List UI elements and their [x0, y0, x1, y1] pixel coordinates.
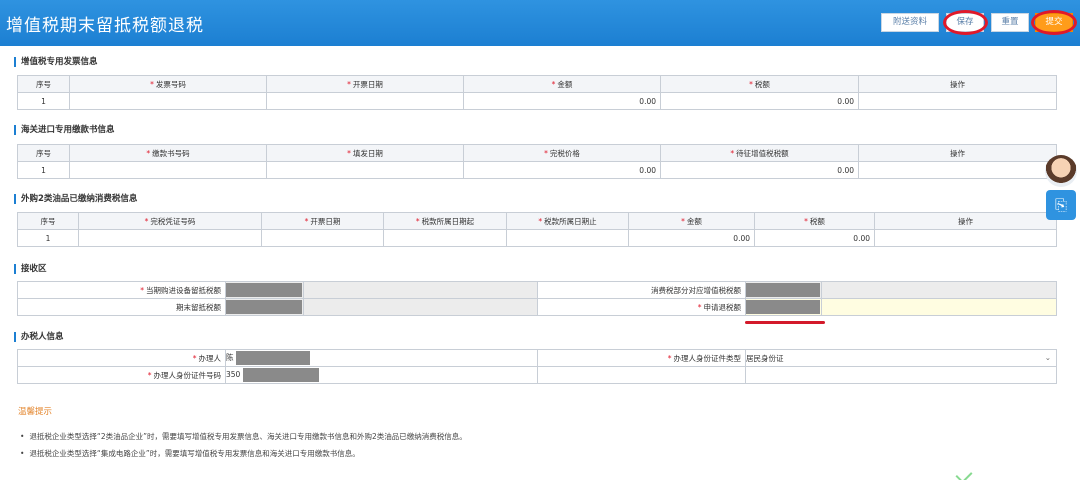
col-header: 操作: [858, 75, 1057, 93]
col-header: * 税额: [660, 75, 859, 93]
col-header: * 完税价格: [463, 144, 661, 162]
receipt-filler: [821, 281, 1057, 299]
tips-title: 温馨提示: [18, 407, 53, 417]
page-title: 增值税期末留抵税额退税: [6, 16, 204, 36]
row-index: 1: [17, 229, 79, 247]
receipt-title: 接收区: [14, 264, 47, 274]
col-header: * 税款所属日期起: [383, 212, 507, 230]
table-row: 1 0.00 0.00: [17, 92, 1057, 110]
col-header: * 待征增值税税额: [660, 144, 859, 162]
id-type-select[interactable]: 居民身份证 ⌄: [745, 349, 1057, 367]
save-button[interactable]: 保存: [946, 13, 984, 32]
customs-title: 海关进口专用缴款书信息: [14, 125, 115, 135]
invoice-date-cell[interactable]: [266, 92, 464, 110]
agent-name-input[interactable]: 陈: [225, 349, 538, 367]
apply-refund-input-area[interactable]: [821, 298, 1057, 316]
apply-refund-underline: [745, 321, 825, 324]
col-header: 序号: [17, 144, 70, 162]
apply-refund-label: * 申请退税额: [537, 298, 746, 316]
receipt-filler: [303, 281, 538, 299]
col-header: * 税额: [754, 212, 875, 230]
pending-vat-cell[interactable]: 0.00: [660, 161, 859, 179]
col-header: 序号: [17, 75, 70, 93]
document-search-icon[interactable]: ⎘: [1046, 190, 1076, 220]
submit-button[interactable]: 提交: [1035, 13, 1073, 32]
agent-name-label: * 办理人: [17, 349, 226, 367]
issue-date-cell[interactable]: [266, 161, 464, 179]
col-header: * 开票日期: [261, 212, 384, 230]
payment-number-cell[interactable]: [69, 161, 267, 179]
period-end-cell[interactable]: [506, 229, 629, 247]
id-number-label: * 办理人身份证件号码: [17, 366, 226, 384]
id-type-label: * 办理人身份证件类型: [537, 349, 746, 367]
period-end-value: [225, 298, 304, 316]
apply-refund-input[interactable]: [745, 298, 822, 316]
invoice-number-cell[interactable]: [69, 92, 267, 110]
tax-cell[interactable]: 0.00: [754, 229, 875, 247]
current-equipment-label: * 当期购进设备留抵税额: [17, 281, 226, 299]
period-start-cell[interactable]: [383, 229, 507, 247]
oil-table: 序号 * 完税凭证号码 * 开票日期 * 税款所属日期起 * 税款所属日期止 * 金额 *…: [17, 212, 1057, 247]
attach-materials-button[interactable]: 附送资料: [881, 13, 939, 32]
avatar-icon[interactable]: [1045, 155, 1077, 187]
receipt-table: * 当期购进设备留抵税额 消费税部分对应增值税税额 期末留抵税额 * 申请退税额: [17, 281, 1057, 316]
certificate-number-cell[interactable]: [78, 229, 262, 247]
tip-item: 退抵税企业类型选择“集成电路企业”时，需要填写增值税专用发票信息和海关进口专用缴…: [20, 448, 359, 459]
chevron-down-icon: ⌄: [1044, 352, 1051, 362]
operation-cell[interactable]: [858, 92, 1057, 110]
consumption-tax-label: 消费税部分对应增值税税额: [537, 281, 746, 299]
duty-paid-price-cell[interactable]: 0.00: [463, 161, 661, 179]
period-end-label: 期末留抵税额: [17, 298, 226, 316]
oil-title: 外购2类油品已缴纳消费税信息: [14, 194, 137, 204]
col-header: * 税款所属日期止: [506, 212, 629, 230]
table-row: 1 0.00 0.00: [17, 161, 1057, 179]
invoice-date-cell[interactable]: [261, 229, 384, 247]
consumption-tax-value: [745, 281, 822, 299]
id-number-input[interactable]: 350: [225, 366, 538, 384]
col-header: * 发票号码: [69, 75, 267, 93]
current-equipment-value: [225, 281, 304, 299]
agent-filler: [537, 366, 746, 384]
operation-cell[interactable]: [858, 161, 1057, 179]
amount-cell[interactable]: 0.00: [463, 92, 661, 110]
amount-cell[interactable]: 0.00: [628, 229, 755, 247]
col-header: * 金额: [628, 212, 755, 230]
reset-button[interactable]: 重置: [991, 13, 1029, 32]
col-header: * 完税凭证号码: [78, 212, 262, 230]
table-row: 1 0.00 0.00: [17, 229, 1057, 247]
row-index: 1: [17, 161, 70, 179]
vat-invoice-title: 增值税专用发票信息: [14, 57, 98, 67]
col-header: * 填发日期: [266, 144, 464, 162]
tax-cell[interactable]: 0.00: [660, 92, 859, 110]
row-index: 1: [17, 92, 70, 110]
vat-invoice-table: 序号 * 发票号码 * 开票日期 * 金额 * 税额 操作 1 0.00 0.00: [17, 75, 1057, 110]
page-header: 增值税期末留抵税额退税 附送资料 保存 重置 提交: [0, 0, 1080, 46]
agent-table: * 办理人 陈 * 办理人身份证件类型 居民身份证 ⌄ * 办理人身份证件号码 350: [17, 349, 1057, 384]
col-header: * 缴款书号码: [69, 144, 267, 162]
agent-title: 办税人信息: [14, 332, 64, 342]
col-header: 操作: [858, 144, 1057, 162]
receipt-filler: [303, 298, 538, 316]
check-icon: [955, 466, 973, 480]
customs-table: 序号 * 缴款书号码 * 填发日期 * 完税价格 * 待征增值税税额 操作 1 0.00…: [17, 144, 1057, 179]
col-header: * 开票日期: [266, 75, 464, 93]
col-header: * 金额: [463, 75, 661, 93]
col-header: 操作: [874, 212, 1057, 230]
tip-item: 退抵税企业类型选择“2类油品企业”时，需要填写增值税专用发票信息、海关进口专用缴…: [20, 431, 466, 442]
col-header: 序号: [17, 212, 79, 230]
agent-filler: [745, 366, 1057, 384]
operation-cell[interactable]: [874, 229, 1057, 247]
